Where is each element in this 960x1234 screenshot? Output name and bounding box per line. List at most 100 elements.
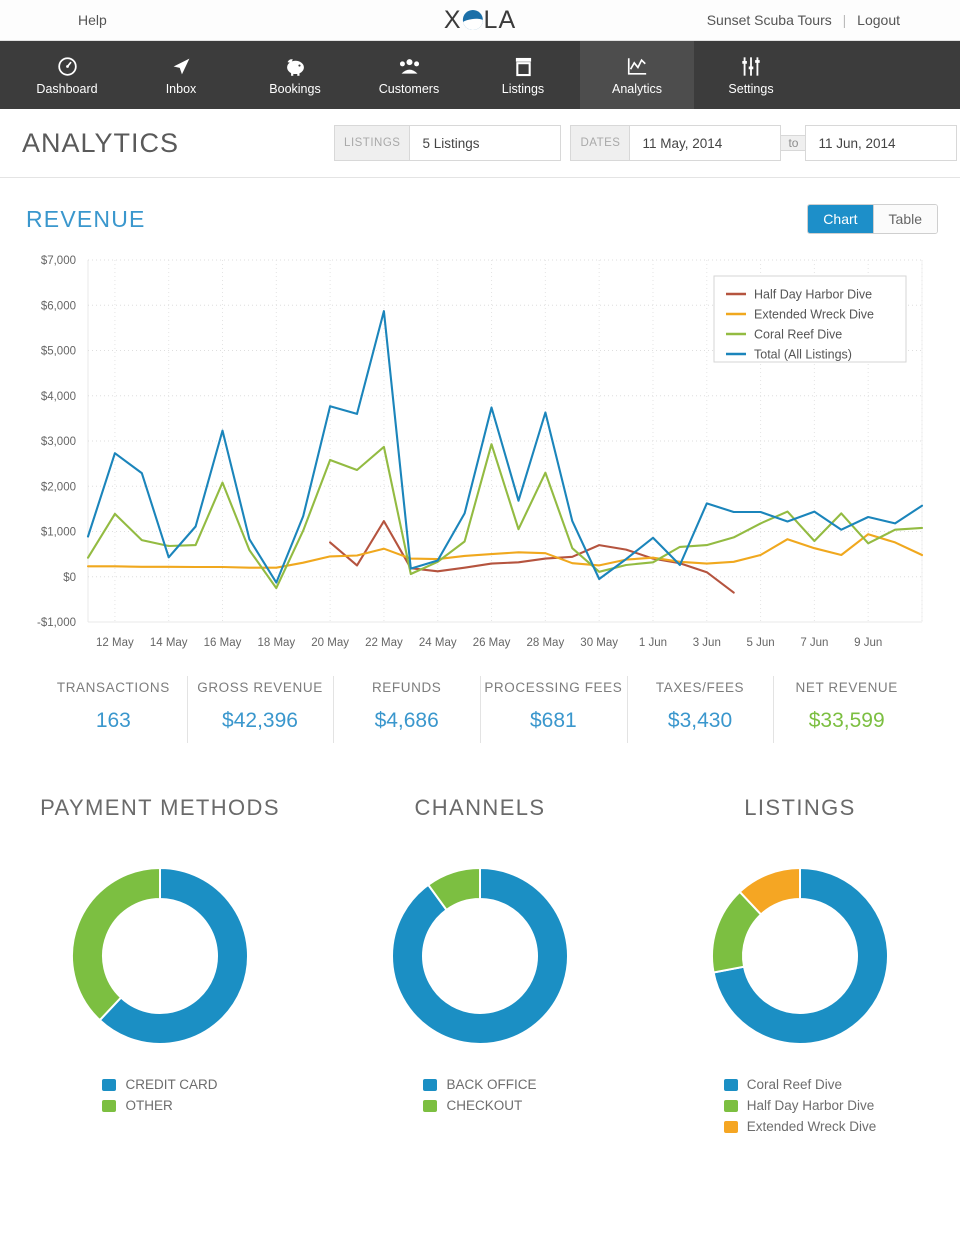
xola-logo[interactable]: X LA — [444, 6, 516, 35]
listings-filter-label: LISTINGS — [335, 126, 411, 160]
donut-column: CHANNELS BACK OFFICE CHECKOUT — [320, 795, 640, 1134]
nav-label-customers: Customers — [378, 81, 440, 96]
donut-legend: BACK OFFICE CHECKOUT — [423, 1077, 537, 1113]
svg-text:Half Day Harbor Dive: Half Day Harbor Dive — [754, 288, 872, 302]
donut-legend-item[interactable]: Coral Reef Dive — [723, 1077, 877, 1092]
view-toggle: Chart Table — [807, 204, 938, 234]
svg-text:$3,000: $3,000 — [41, 436, 76, 448]
donut-column: LISTINGS Coral Reef Dive Half Day Harbor D… — [640, 795, 960, 1134]
donut-legend-item[interactable]: CREDIT CARD — [102, 1077, 218, 1092]
stat-value: $33,599 — [808, 709, 885, 732]
nav-item-customers[interactable]: Customers — [352, 41, 466, 109]
donut-legend-item[interactable]: CHECKOUT — [423, 1098, 536, 1113]
account-name[interactable]: Sunset Scuba Tours — [707, 12, 832, 28]
speedometer-icon — [57, 55, 78, 77]
nav-item-analytics[interactable]: Analytics — [580, 41, 694, 109]
nav-label-settings: Settings — [728, 81, 774, 96]
color-swatch-icon — [102, 1078, 117, 1091]
svg-text:$4,000: $4,000 — [41, 391, 76, 403]
date-from-field[interactable]: DATES 11 May, 2014 — [570, 125, 782, 161]
donut-legend-label: BACK OFFICE — [446, 1077, 537, 1092]
donut-legend-item[interactable]: Extended Wreck Dive — [723, 1119, 877, 1134]
main-nav: Dashboard Inbox Bookings Customers Listi… — [0, 41, 960, 109]
donut-title: LISTINGS — [744, 795, 856, 820]
box-icon — [514, 55, 533, 77]
logo-circle-icon — [462, 10, 483, 30]
nav-item-settings[interactable]: Settings — [694, 41, 808, 109]
listings-filter-value[interactable]: 5 Listings — [410, 126, 560, 160]
date-to-field[interactable]: 11 Jun, 2014 — [805, 125, 958, 161]
svg-text:5 Jun: 5 Jun — [747, 637, 775, 649]
color-swatch-icon — [723, 1099, 738, 1112]
date-from-value[interactable]: 11 May, 2014 — [630, 126, 780, 160]
revenue-chart: -$1,000 $0 $1,000 $2,000 $3,000 $4,000 $5,000 $… — [0, 252, 960, 652]
stat-card: TAXES/FEES $3,430 — [626, 674, 774, 747]
stat-value: $42,396 — [222, 709, 298, 732]
account-area: Sunset Scuba Tours | Logout — [707, 12, 900, 28]
people-icon — [398, 55, 421, 77]
stat-value: $681 — [529, 709, 577, 732]
sliders-icon — [740, 55, 762, 77]
revenue-header: REVENUE Chart Table — [0, 178, 960, 234]
logout-link[interactable]: Logout — [857, 12, 900, 28]
stat-label: NET REVENUE — [795, 680, 898, 695]
donut-slice[interactable] — [71, 866, 161, 1022]
logo-text-la: LA — [483, 5, 517, 34]
help-link[interactable]: Help — [78, 12, 107, 28]
donut-legend-item[interactable]: BACK OFFICE — [423, 1077, 537, 1092]
donut-chart-svg[interactable] — [65, 861, 255, 1051]
svg-text:9 Jun: 9 Jun — [854, 637, 882, 649]
paper-plane-icon — [171, 55, 192, 77]
svg-text:20 May: 20 May — [311, 637, 349, 649]
tab-table[interactable]: Table — [872, 205, 937, 233]
nav-left-spacer — [0, 41, 10, 109]
date-to-separator: to — [781, 135, 806, 151]
nav-label-bookings: Bookings — [269, 81, 321, 96]
svg-text:$6,000: $6,000 — [41, 300, 76, 312]
svg-text:7 Jun: 7 Jun — [800, 637, 828, 649]
donut-charts: PAYMENT METHODS CREDIT CARD OTHER CHANNELS B… — [0, 795, 960, 1134]
stat-value: $4,686 — [374, 709, 439, 732]
revenue-line-chart-svg[interactable]: -$1,000 $0 $1,000 $2,000 $3,000 $4,000 $5,000 $… — [0, 252, 960, 652]
stat-label: TRANSACTIONS — [56, 680, 170, 695]
nav-label-inbox: Inbox — [165, 81, 197, 96]
donut-legend-label: CHECKOUT — [446, 1098, 523, 1113]
tab-chart[interactable]: Chart — [808, 205, 873, 233]
nav-item-dashboard[interactable]: Dashboard — [10, 41, 124, 109]
stat-label: TAXES/FEES — [655, 680, 745, 695]
stat-card: REFUNDS $4,686 — [333, 674, 480, 747]
stat-card: NET REVENUE $33,599 — [773, 674, 920, 747]
svg-text:$0: $0 — [63, 572, 76, 584]
nav-item-inbox[interactable]: Inbox — [124, 41, 238, 109]
color-swatch-icon — [423, 1078, 438, 1091]
donut-legend-item[interactable]: Half Day Harbor Dive — [723, 1098, 877, 1113]
filter-bar: LISTINGS 5 Listings DATES 11 May, 2014 t… — [334, 125, 958, 161]
donut-legend: CREDIT CARD OTHER — [102, 1077, 218, 1113]
donut-chart-svg[interactable] — [705, 861, 895, 1051]
svg-text:12 May: 12 May — [96, 637, 134, 649]
account-separator: | — [842, 12, 847, 28]
stat-card: PROCESSING FEES $681 — [480, 674, 627, 747]
summary-stats: TRANSACTIONS 163 GROSS REVENUE $42,396 REFUN… — [40, 674, 920, 747]
donut-title: CHANNELS — [414, 795, 546, 820]
color-swatch-icon — [423, 1099, 438, 1112]
donut-legend-item[interactable]: OTHER — [102, 1098, 217, 1113]
donut-legend-label: Extended Wreck Dive — [746, 1119, 877, 1134]
donut-title: PAYMENT METHODS — [40, 795, 280, 820]
svg-text:$2,000: $2,000 — [41, 481, 76, 493]
donut-chart-svg[interactable] — [385, 861, 575, 1051]
svg-text:30 May: 30 May — [580, 637, 618, 649]
svg-text:18 May: 18 May — [257, 637, 295, 649]
svg-text:Coral Reef Dive: Coral Reef Dive — [754, 328, 842, 342]
utility-bar: Help X LA Sunset Scuba Tours | Logout — [0, 0, 960, 41]
nav-item-listings[interactable]: Listings — [466, 41, 580, 109]
listings-filter[interactable]: LISTINGS 5 Listings — [334, 125, 562, 161]
date-to-value[interactable]: 11 Jun, 2014 — [806, 126, 956, 160]
donut-legend-label: Coral Reef Dive — [746, 1077, 843, 1092]
nav-label-dashboard: Dashboard — [36, 81, 98, 96]
color-swatch-icon — [102, 1099, 117, 1112]
svg-text:16 May: 16 May — [204, 637, 242, 649]
color-swatch-icon — [723, 1078, 738, 1091]
line-chart-icon — [626, 55, 648, 77]
nav-item-bookings[interactable]: Bookings — [238, 41, 352, 109]
